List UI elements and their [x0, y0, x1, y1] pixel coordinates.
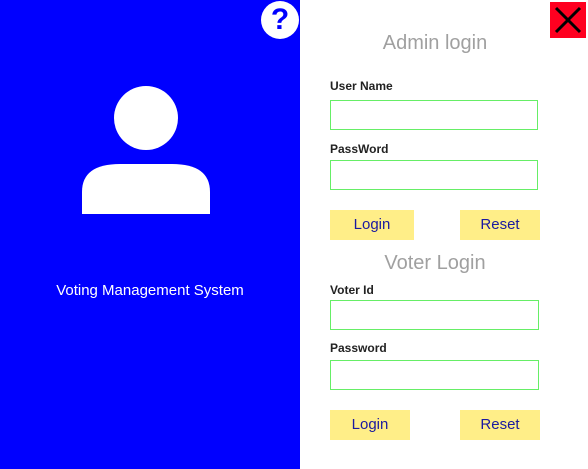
voter-login-title: Voter Login [384, 252, 486, 274]
admin-login-title: Admin login [382, 32, 488, 54]
admin-username-input[interactable] [330, 100, 538, 130]
voter-password-label: Password [330, 341, 387, 355]
admin-login-button[interactable]: Login [330, 210, 414, 240]
voter-password-input[interactable] [330, 360, 539, 390]
admin-reset-button[interactable]: Reset [460, 210, 540, 240]
voter-id-label: Voter Id [330, 283, 374, 297]
voter-reset-button[interactable]: Reset [460, 410, 540, 440]
close-button[interactable] [550, 2, 586, 38]
admin-username-label: User Name [330, 79, 393, 93]
help-button[interactable]: ? [261, 1, 299, 39]
left-panel: ? Voting Management System [0, 0, 300, 469]
admin-password-label: PassWord [330, 142, 389, 156]
admin-password-input[interactable] [330, 160, 538, 190]
voter-id-input[interactable] [330, 300, 539, 330]
voter-login-button[interactable]: Login [330, 410, 410, 440]
user-icon [82, 86, 210, 214]
close-icon [554, 6, 582, 34]
system-title: Voting Management System [56, 282, 244, 299]
